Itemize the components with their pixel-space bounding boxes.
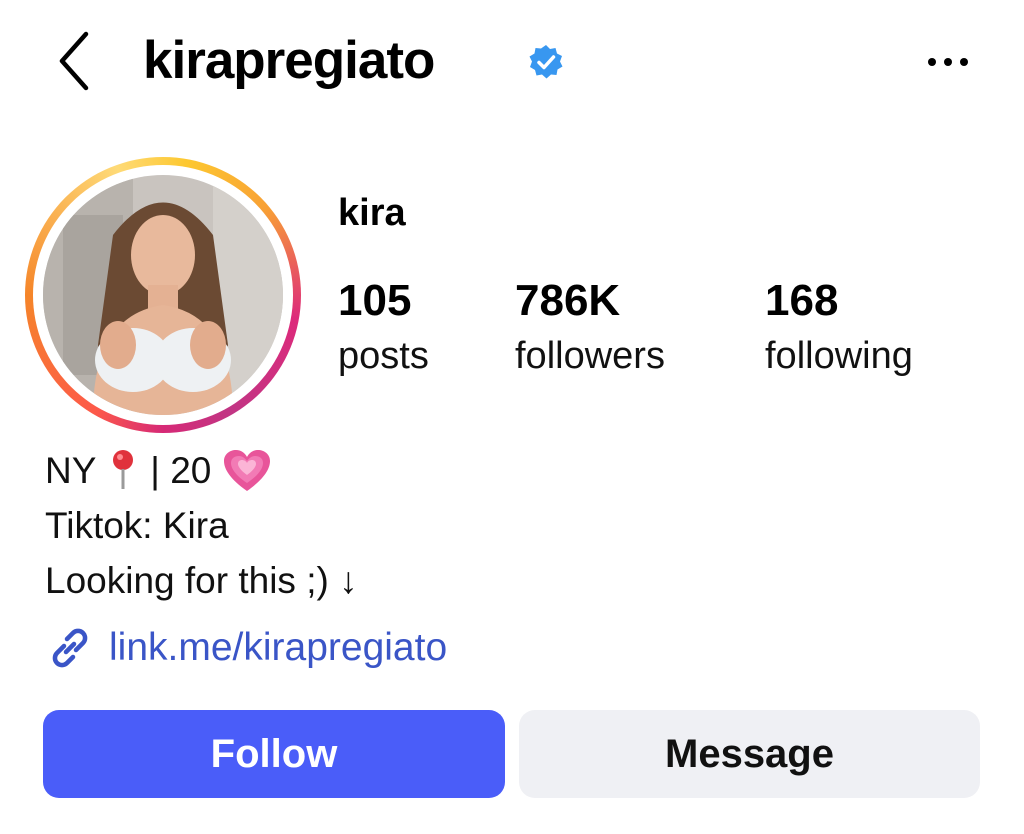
bio-line-3: Looking for this ;) ↓	[45, 560, 358, 601]
avatar	[43, 175, 283, 415]
followers-label: followers	[515, 335, 665, 377]
profile-bio: NY | 20 Tiktok: Kira Looking for this ;)…	[45, 443, 358, 608]
growing-heart-icon	[223, 450, 270, 491]
profile-link[interactable]: link.me/kirapregiato	[45, 620, 447, 676]
followers-count: 786K	[515, 276, 621, 325]
bio-location: NY	[45, 450, 96, 491]
more-horizontal-icon	[928, 58, 968, 66]
following-count: 168	[765, 276, 839, 325]
verified-badge-icon	[529, 45, 563, 79]
chevron-left-icon	[59, 31, 89, 91]
more-options-button[interactable]	[920, 42, 976, 82]
link-url: link.me/kirapregiato	[109, 626, 448, 669]
profile-header: kirapregiato	[0, 0, 1024, 130]
pushpin-icon	[113, 450, 134, 489]
link-icon	[52, 628, 88, 668]
bio-line-2: Tiktok: Kira	[45, 505, 229, 546]
back-button[interactable]	[50, 28, 100, 94]
avatar-story-ring[interactable]	[25, 157, 301, 433]
profile-username: kirapregiato	[143, 31, 435, 90]
bio-age: | 20	[150, 450, 212, 491]
posts-label: posts	[338, 335, 429, 377]
bio-line-1: NY | 20	[45, 443, 358, 498]
stat-following[interactable]: 168 following	[765, 276, 913, 386]
stat-followers[interactable]: 786K followers	[515, 276, 665, 386]
message-button[interactable]: Message	[519, 710, 980, 798]
posts-count: 105	[338, 276, 412, 325]
stat-posts[interactable]: 105 posts	[338, 276, 429, 386]
follow-button[interactable]: Follow	[43, 710, 505, 798]
following-label: following	[765, 335, 913, 377]
profile-display-name: kira	[338, 192, 406, 234]
avatar-photo	[43, 175, 283, 415]
